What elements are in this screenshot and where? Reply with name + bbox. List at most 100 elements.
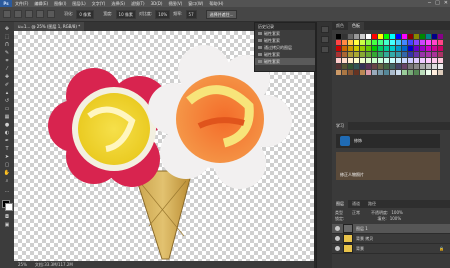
color-swatch[interactable]: [336, 52, 341, 57]
color-swatch[interactable]: [372, 52, 377, 57]
color-swatch[interactable]: [372, 70, 377, 75]
pen-tool-icon[interactable]: ✒: [3, 138, 11, 144]
shape-tool-icon[interactable]: ▢: [3, 162, 11, 168]
color-swatch[interactable]: [348, 58, 353, 63]
color-swatch[interactable]: [420, 70, 425, 75]
learn-card-image[interactable]: 修正人物照片: [336, 152, 440, 180]
color-swatch[interactable]: [342, 52, 347, 57]
type-tool-icon[interactable]: T: [3, 146, 11, 152]
adjustments-panel-icon[interactable]: [321, 46, 329, 53]
marquee-tool-icon[interactable]: ⬚: [3, 34, 11, 40]
color-swatch[interactable]: [402, 58, 407, 63]
color-swatch[interactable]: [390, 40, 395, 45]
menu-view[interactable]: 视图(V): [165, 1, 185, 7]
more-tools-icon[interactable]: …: [3, 188, 11, 194]
color-swatch[interactable]: [438, 34, 443, 39]
color-swatch[interactable]: [408, 46, 413, 51]
new-selection-icon[interactable]: [14, 10, 22, 18]
color-swatch[interactable]: [402, 34, 407, 39]
color-swatch[interactable]: [396, 46, 401, 51]
color-swatch[interactable]: [336, 64, 341, 69]
hand-tool-icon[interactable]: ✋: [3, 170, 11, 176]
color-swatch[interactable]: [438, 46, 443, 51]
menu-3d[interactable]: 3D(D): [148, 1, 166, 6]
quick-mask-icon[interactable]: ◘: [3, 214, 11, 220]
properties-panel-icon[interactable]: [321, 36, 329, 43]
color-swatch[interactable]: [354, 52, 359, 57]
color-swatch[interactable]: [408, 34, 413, 39]
color-swatch[interactable]: [414, 52, 419, 57]
color-swatch[interactable]: [402, 46, 407, 51]
color-swatch[interactable]: [354, 64, 359, 69]
color-swatch[interactable]: [366, 64, 371, 69]
color-swatch[interactable]: [438, 40, 443, 45]
color-swatch[interactable]: [432, 70, 437, 75]
color-swatch[interactable]: [360, 40, 365, 45]
history-brush-tool-icon[interactable]: ↺: [3, 98, 11, 104]
color-swatch[interactable]: [378, 58, 383, 63]
color-swatch[interactable]: [378, 46, 383, 51]
lasso-tool-preset-icon[interactable]: [3, 10, 11, 18]
color-swatch[interactable]: [372, 40, 377, 45]
menu-help[interactable]: 帮助(H): [206, 1, 226, 7]
color-swatch[interactable]: [372, 46, 377, 51]
background-color-swatch[interactable]: [5, 203, 13, 211]
visibility-eye-icon[interactable]: [335, 236, 340, 241]
color-swatch[interactable]: [384, 52, 389, 57]
history-step[interactable]: 通过拷贝的图层: [255, 44, 315, 51]
blur-tool-icon[interactable]: ●: [3, 122, 11, 128]
color-swatch[interactable]: [372, 58, 377, 63]
color-swatch[interactable]: [414, 34, 419, 39]
tab-layers[interactable]: 图层: [332, 200, 348, 208]
color-swatch[interactable]: [396, 58, 401, 63]
minimize-button[interactable]: ─: [428, 0, 431, 7]
color-swatch[interactable]: [336, 70, 341, 75]
zoom-level[interactable]: 25%: [18, 262, 27, 267]
color-swatch[interactable]: [366, 52, 371, 57]
color-swatch[interactable]: [336, 34, 341, 39]
color-swatch[interactable]: [432, 40, 437, 45]
color-swatch[interactable]: [360, 34, 365, 39]
color-swatch[interactable]: [414, 70, 419, 75]
color-swatch[interactable]: [348, 34, 353, 39]
history-step[interactable]: 磁性套索: [255, 30, 315, 37]
width-input[interactable]: 10 像素: [115, 9, 136, 19]
color-swatch[interactable]: [378, 34, 383, 39]
color-swatch[interactable]: [420, 64, 425, 69]
color-swatch[interactable]: [336, 40, 341, 45]
color-swatch[interactable]: [384, 64, 389, 69]
brush-tool-icon[interactable]: ✐: [3, 82, 11, 88]
color-swatch[interactable]: [366, 58, 371, 63]
color-swatch[interactable]: [366, 46, 371, 51]
dodge-tool-icon[interactable]: ◐: [3, 130, 11, 136]
select-and-mask-button[interactable]: 选择并遮住...: [205, 9, 238, 19]
color-swatch[interactable]: [384, 58, 389, 63]
color-swatch[interactable]: [372, 64, 377, 69]
color-swatch[interactable]: [426, 58, 431, 63]
menu-window[interactable]: 窗口(W): [185, 1, 206, 7]
color-swatch[interactable]: [366, 70, 371, 75]
tab-learn[interactable]: 学习: [332, 122, 348, 130]
color-swatch[interactable]: [396, 52, 401, 57]
color-swatch[interactable]: [414, 64, 419, 69]
color-swatch[interactable]: [432, 58, 437, 63]
close-button[interactable]: ✕: [444, 0, 448, 7]
subtract-selection-icon[interactable]: [36, 10, 44, 18]
menu-filter[interactable]: 滤镜(T): [128, 1, 148, 7]
add-selection-icon[interactable]: [25, 10, 33, 18]
color-swatch[interactable]: [432, 52, 437, 57]
crop-tool-icon[interactable]: ⌗: [3, 58, 11, 64]
screen-mode-icon[interactable]: ▣: [3, 222, 11, 228]
tab-channels[interactable]: 通道: [348, 200, 364, 208]
color-swatch[interactable]: [426, 52, 431, 57]
color-swatch[interactable]: [384, 34, 389, 39]
color-swatch[interactable]: [390, 52, 395, 57]
color-swatch[interactable]: [360, 70, 365, 75]
maximize-button[interactable]: □: [435, 0, 440, 7]
color-swatch[interactable]: [348, 64, 353, 69]
color-swatch[interactable]: [360, 58, 365, 63]
history-step[interactable]: 磁性套索: [255, 51, 315, 58]
stamp-tool-icon[interactable]: ▴: [3, 90, 11, 96]
color-swatch[interactable]: [408, 40, 413, 45]
color-swatch[interactable]: [366, 40, 371, 45]
